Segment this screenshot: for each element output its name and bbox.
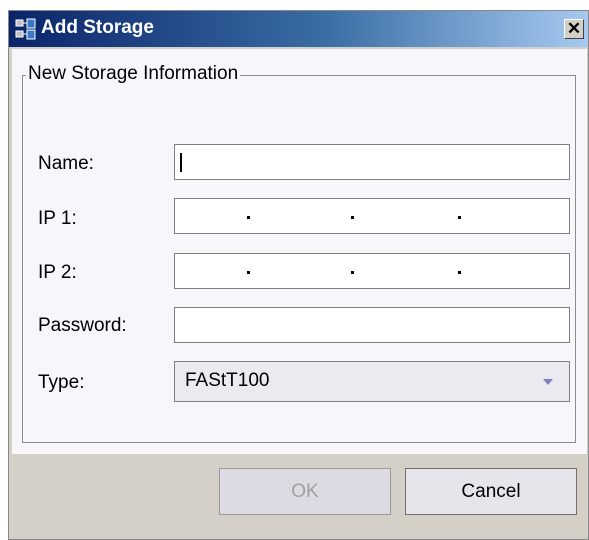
name-input[interactable] (175, 145, 569, 179)
name-field[interactable] (174, 144, 570, 180)
groupbox-legend: New Storage Information (26, 63, 241, 85)
ip-separator (247, 216, 250, 219)
ip-separator (458, 271, 461, 274)
ip-separator (351, 271, 354, 274)
cancel-button[interactable]: Cancel (405, 468, 577, 515)
type-select[interactable]: FAStT100 (174, 361, 570, 402)
content-panel: New Storage Information Name: IP 1: IP 2… (12, 49, 587, 454)
ip2-label: IP 2: (38, 262, 77, 283)
type-label: Type: (38, 372, 85, 393)
close-icon: ✕ (566, 19, 582, 38)
ip-separator (247, 271, 250, 274)
ip-separator (458, 216, 461, 219)
chevron-down-icon[interactable] (543, 379, 553, 385)
password-input[interactable] (175, 308, 569, 342)
password-field[interactable] (174, 307, 570, 343)
ip1-label: IP 1: (38, 208, 77, 229)
ip1-field[interactable] (174, 198, 570, 234)
ip-separator (351, 216, 354, 219)
close-button[interactable]: ✕ (564, 19, 584, 39)
dialog-title: Add Storage (41, 17, 154, 38)
type-selected-value: FAStT100 (185, 370, 270, 391)
password-label: Password: (38, 315, 127, 336)
ip2-field[interactable] (174, 253, 570, 289)
ok-button[interactable]: OK (219, 468, 391, 515)
add-storage-dialog: Add Storage ✕ New Storage Information Na… (8, 10, 589, 540)
name-label: Name: (38, 153, 94, 174)
title-bar[interactable]: Add Storage ✕ (9, 11, 588, 47)
text-caret (180, 153, 182, 172)
storage-network-icon (15, 18, 36, 40)
